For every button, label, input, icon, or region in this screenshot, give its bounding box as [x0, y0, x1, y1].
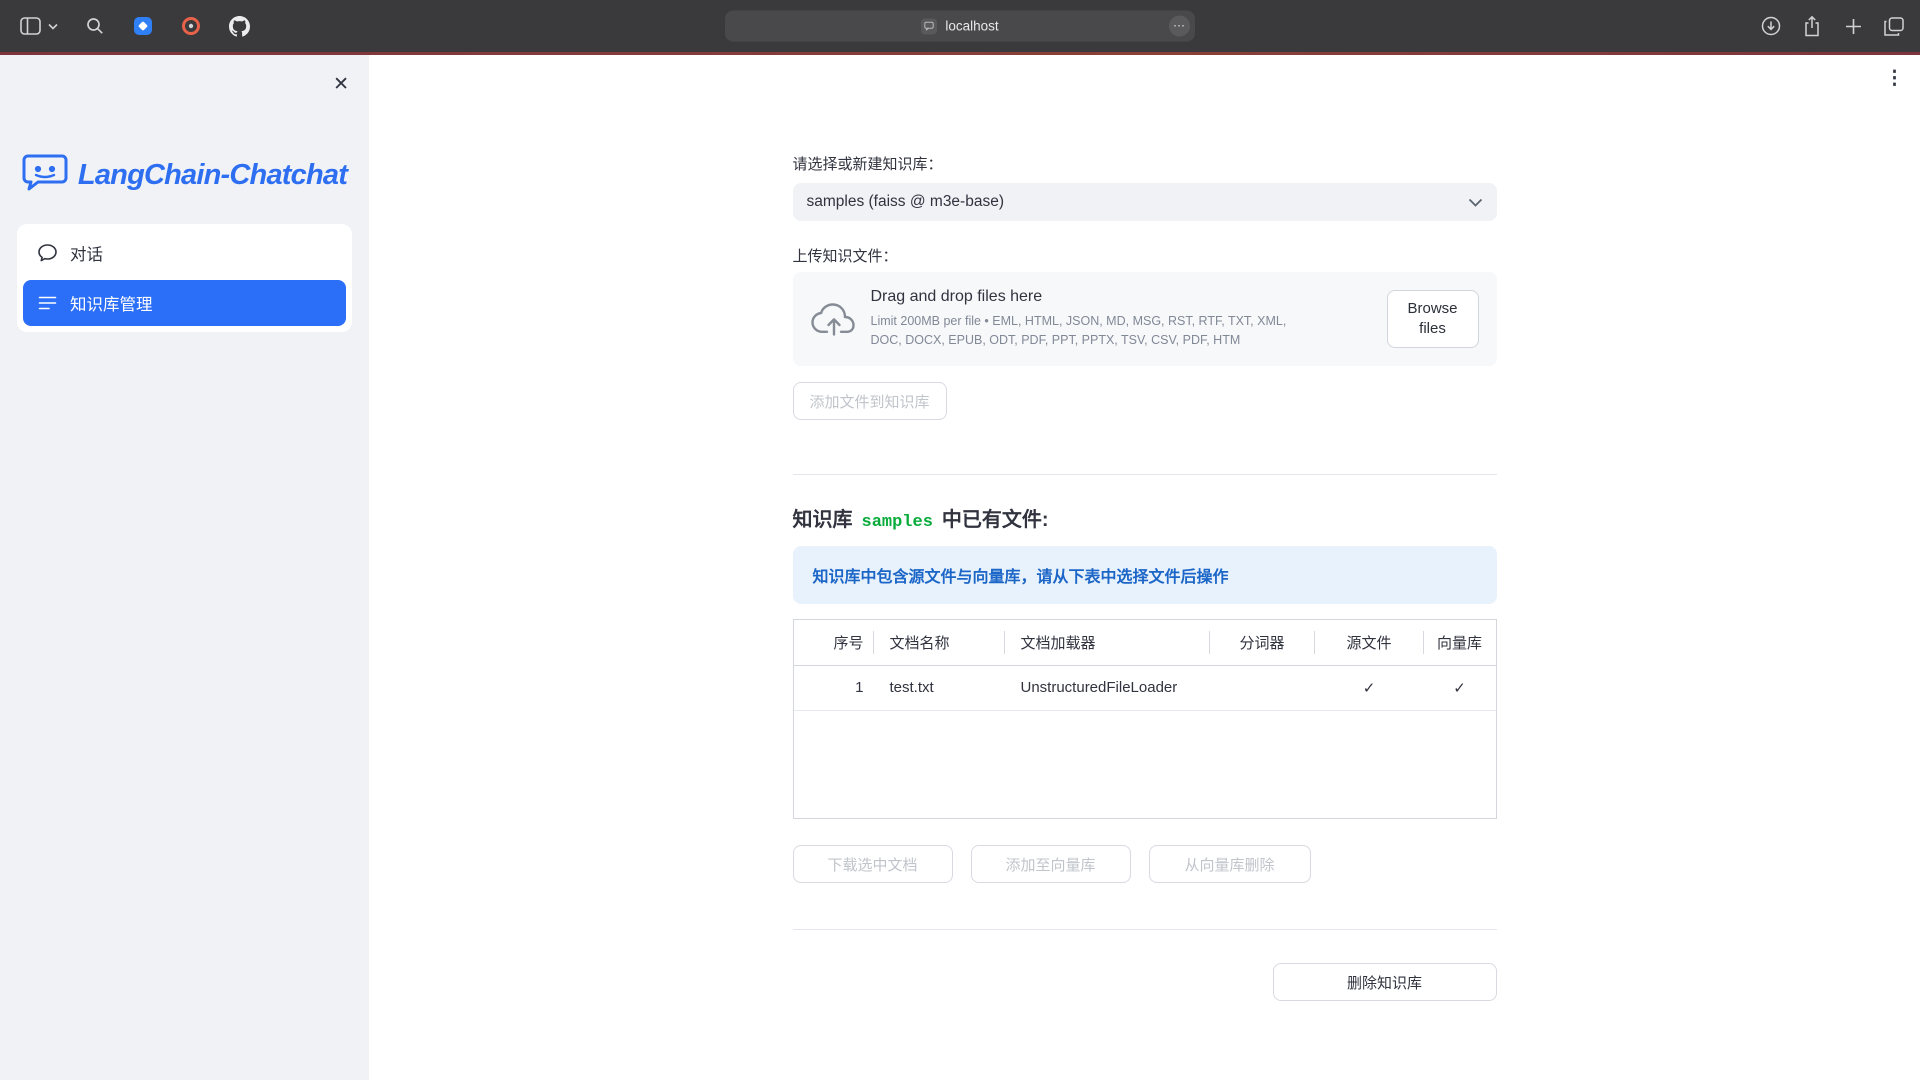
cell-loader: UnstructuredFileLoader: [1005, 665, 1210, 710]
remove-from-vector-button[interactable]: 从向量库删除: [1149, 845, 1311, 883]
divider: [793, 474, 1497, 475]
site-favicon: [921, 18, 937, 34]
upload-label: 上传知识文件：: [793, 245, 1497, 266]
add-files-button[interactable]: 添加文件到知识库: [793, 382, 947, 420]
dropzone-limit-text: Limit 200MB per file • EML, HTML, JSON, …: [871, 312, 1301, 351]
cell-file-name: test.txt: [874, 665, 1005, 710]
cell-splitter: [1210, 665, 1315, 710]
tab-overview-icon[interactable]: [1882, 14, 1906, 38]
cell-index: 1: [794, 665, 874, 710]
logo-chat-bubble-icon: [22, 152, 68, 199]
kb-files-heading: 知识库 samples 中已有文件:: [793, 503, 1497, 532]
kb-select[interactable]: samples (faiss @ m3e-base): [793, 183, 1497, 221]
heading-suffix: 中已有文件:: [942, 503, 1049, 532]
browser-toolbar: localhost ⋯: [0, 0, 1920, 52]
cell-in-db-check: ✓: [1424, 665, 1496, 710]
kb-footer-actions: 依据源文件重建向量库 删除知识库: [793, 963, 1497, 1001]
app-shell: ✕ LangChain-Chatchat 对话: [0, 55, 1920, 1080]
col-header-index[interactable]: 序号: [794, 620, 874, 665]
divider: [793, 929, 1497, 930]
main-area: ⋮ 请选择或新建知识库： samples (faiss @ m3e-base) …: [369, 55, 1920, 1080]
sidebar-item-knowledge-base[interactable]: 知识库管理: [23, 280, 346, 326]
url-text: localhost: [945, 19, 998, 34]
sidebar-close-icon[interactable]: ✕: [333, 73, 349, 96]
content-column: 请选择或新建知识库： samples (faiss @ m3e-base) 上传…: [793, 55, 1497, 1001]
sidebar-item-dialogue[interactable]: 对话: [23, 230, 346, 276]
chevron-down-icon: [47, 14, 59, 38]
heading-prefix: 知识库: [793, 503, 853, 532]
extension-blue-icon[interactable]: [131, 14, 155, 38]
extension-ring-icon[interactable]: [179, 14, 203, 38]
chat-bubble-icon: [38, 244, 57, 262]
kb-name-code: samples: [862, 513, 933, 532]
sidebar-nav: 对话 知识库管理: [17, 224, 352, 332]
files-table[interactable]: 序号 文档名称 文档加载器 分词器 源文件 向量库 1 test.txt Uns: [793, 619, 1497, 819]
chevron-down-icon: [1468, 198, 1483, 207]
search-icon[interactable]: [83, 14, 107, 38]
sidebar: ✕ LangChain-Chatchat 对话: [0, 55, 369, 1080]
table-row[interactable]: 1 test.txt UnstructuredFileLoader ✓ ✓: [794, 665, 1496, 710]
table-header-row: 序号 文档名称 文档加载器 分词器 源文件 向量库: [794, 620, 1496, 665]
share-icon[interactable]: [1800, 14, 1824, 38]
add-to-vector-button[interactable]: 添加至向量库: [971, 845, 1131, 883]
kb-select-value: samples (faiss @ m3e-base): [807, 193, 1005, 211]
logo-text: LangChain-Chatchat: [78, 159, 347, 192]
sidebar-item-label: 对话: [70, 241, 103, 265]
browse-files-button[interactable]: Browse files: [1387, 290, 1479, 349]
col-header-vector[interactable]: 向量库: [1424, 620, 1496, 665]
app-logo: LangChain-Chatchat: [0, 152, 369, 199]
col-header-source[interactable]: 源文件: [1315, 620, 1424, 665]
github-icon[interactable]: [227, 14, 251, 38]
col-header-loader[interactable]: 文档加载器: [1005, 620, 1210, 665]
new-tab-icon[interactable]: [1841, 14, 1865, 38]
col-header-name[interactable]: 文档名称: [874, 620, 1005, 665]
download-selected-button[interactable]: 下载选中文档: [793, 845, 953, 883]
table-actions: 下载选中文档 添加至向量库 从向量库删除 从知识库中删除: [793, 845, 1497, 883]
dropzone-title: Drag and drop files here: [871, 288, 1371, 306]
knowledge-base-icon: [38, 295, 57, 311]
info-banner: 知识库中包含源文件与向量库，请从下表中选择文件后操作: [793, 546, 1497, 604]
sidebar-toggle-icon: [18, 14, 42, 38]
downloads-icon[interactable]: [1759, 14, 1783, 38]
col-header-splitter[interactable]: 分词器: [1210, 620, 1315, 665]
sidebar-item-label: 知识库管理: [70, 291, 153, 315]
rebuild-vector-store-button[interactable]: 依据源文件重建向量库: [793, 963, 1018, 1001]
cell-in-folder-check: ✓: [1315, 665, 1424, 710]
kb-select-label: 请选择或新建知识库：: [793, 153, 1497, 174]
remove-from-kb-button[interactable]: 从知识库中删除: [1329, 845, 1496, 883]
file-dropzone[interactable]: Drag and drop files here Limit 200MB per…: [793, 272, 1497, 366]
page-options-icon[interactable]: ⋯: [1169, 16, 1190, 37]
app-menu-icon[interactable]: ⋮: [1885, 67, 1904, 90]
delete-kb-button[interactable]: 删除知识库: [1273, 963, 1497, 1001]
cloud-upload-icon: [811, 301, 855, 337]
address-bar[interactable]: localhost ⋯: [725, 11, 1195, 42]
browser-sidebar-toggle[interactable]: [18, 14, 59, 38]
